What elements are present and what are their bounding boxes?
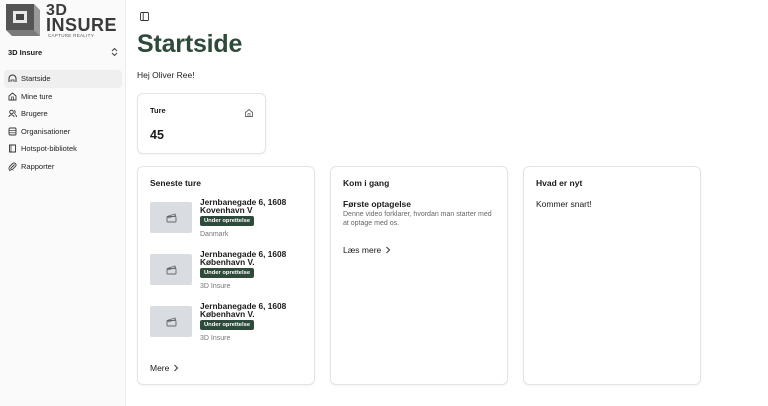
whats-new-body: Kommer snart!: [536, 199, 592, 209]
sidebar-item-label: Mine ture: [21, 91, 53, 101]
tour-subtitle: Danmark: [200, 231, 229, 238]
stat-value: 45: [150, 128, 164, 142]
sidebar-item-brugere[interactable]: Brugere: [4, 105, 122, 123]
sidebar-item-organisationer[interactable]: Organisationer: [4, 123, 122, 141]
tour-thumbnail: [150, 254, 192, 285]
sidebar-item-rapporter[interactable]: Rapporter: [4, 158, 122, 176]
get-started-card: Kom i gang Første optagelse Denne video …: [330, 166, 508, 385]
sidebar: 3D INSURE CAPTURE REALITY 3D Insure Star…: [0, 0, 126, 406]
tour-title: Jernbanegade 6, 1608 København V.: [200, 249, 287, 268]
building-icon: [8, 127, 17, 136]
greeting-text: Hej Oliver Ree!: [137, 70, 195, 80]
tour-subtitle: 3D Insure: [200, 283, 231, 290]
sidebar-toggle-icon: [139, 11, 149, 21]
stat-label: Ture: [150, 106, 166, 115]
logo-tagline: CAPTURE REALITY: [48, 33, 95, 38]
get-started-heading: Kom i gang: [343, 178, 390, 188]
tours-stat-card: Ture 45: [137, 93, 266, 154]
house-icon: [8, 92, 17, 101]
tour-item[interactable]: Jernbanegade 6, 1608 København V. Under …: [150, 250, 310, 294]
tour-subtitle: 3D Insure: [200, 335, 231, 342]
status-badge: Under oprettelse: [200, 216, 255, 226]
clapperboard-icon: [166, 317, 176, 326]
more-tours-link[interactable]: Mere: [150, 363, 181, 373]
home-icon: [8, 74, 17, 83]
sidebar-item-startside[interactable]: Startside: [4, 70, 122, 88]
get-started-subtitle: Første optagelse: [343, 199, 412, 209]
clapperboard-icon: [166, 213, 176, 222]
whats-new-card: Hvad er nyt Kommer snart!: [523, 166, 701, 385]
org-switcher[interactable]: 3D Insure: [8, 44, 118, 60]
logo[interactable]: 3D INSURE CAPTURE REALITY: [4, 2, 122, 38]
recent-tours-heading: Seneste ture: [150, 178, 202, 188]
tour-item[interactable]: Jernbanegade 6, 1608 Kovenhavn V Under o…: [150, 198, 310, 242]
book-icon: [8, 144, 17, 153]
tour-item[interactable]: Jernbanegade 6, 1608 København V. Under …: [150, 302, 310, 346]
sidebar-item-label: Hotspot-bibliotek: [21, 144, 77, 154]
logo-cube-icon: [6, 4, 40, 36]
read-more-label: Læs mere: [343, 245, 382, 255]
sidebar-item-hotspot-bibliotek[interactable]: Hotspot-bibliotek: [4, 140, 122, 158]
chevron-right-icon: [385, 246, 393, 254]
page-title: Startside: [137, 30, 243, 58]
whats-new-heading: Hvad er nyt: [536, 178, 583, 188]
tour-thumbnail: [150, 202, 192, 233]
tour-thumbnail: [150, 306, 192, 337]
status-badge: Under oprettelse: [200, 320, 255, 330]
read-more-link[interactable]: Læs mere: [343, 245, 393, 255]
sidebar-item-label: Brugere: [21, 109, 48, 119]
users-icon: [8, 109, 17, 118]
logo-text-insure: INSURE: [46, 15, 118, 35]
sidebar-nav: Startside Mine ture Brugere Organisation…: [4, 70, 122, 175]
chevron-up-down-icon: [110, 47, 118, 57]
status-badge: Under oprettelse: [200, 268, 255, 278]
sidebar-item-label: Startside: [21, 74, 51, 84]
sidebar-item-mine-ture[interactable]: Mine ture: [4, 88, 122, 106]
clapperboard-icon: [166, 265, 176, 274]
more-label: Mere: [150, 363, 170, 373]
org-name: 3D Insure: [8, 47, 43, 57]
tour-title: Jernbanegade 6, 1608 Kovenhavn V: [200, 197, 287, 216]
home-icon: [244, 105, 254, 117]
sidebar-toggle-button[interactable]: [138, 10, 150, 22]
get-started-description: Denne video forklarer, hvordan man start…: [343, 211, 492, 227]
clip-icon: [8, 162, 17, 171]
sidebar-item-label: Rapporter: [21, 161, 55, 171]
tour-title: Jernbanegade 6, 1608 København V.: [200, 301, 287, 320]
recent-tours-card: Seneste ture Jernbanegade 6, 1608 Kovenh…: [137, 166, 315, 385]
chevron-right-icon: [173, 364, 181, 372]
sidebar-item-label: Organisationer: [21, 126, 71, 136]
